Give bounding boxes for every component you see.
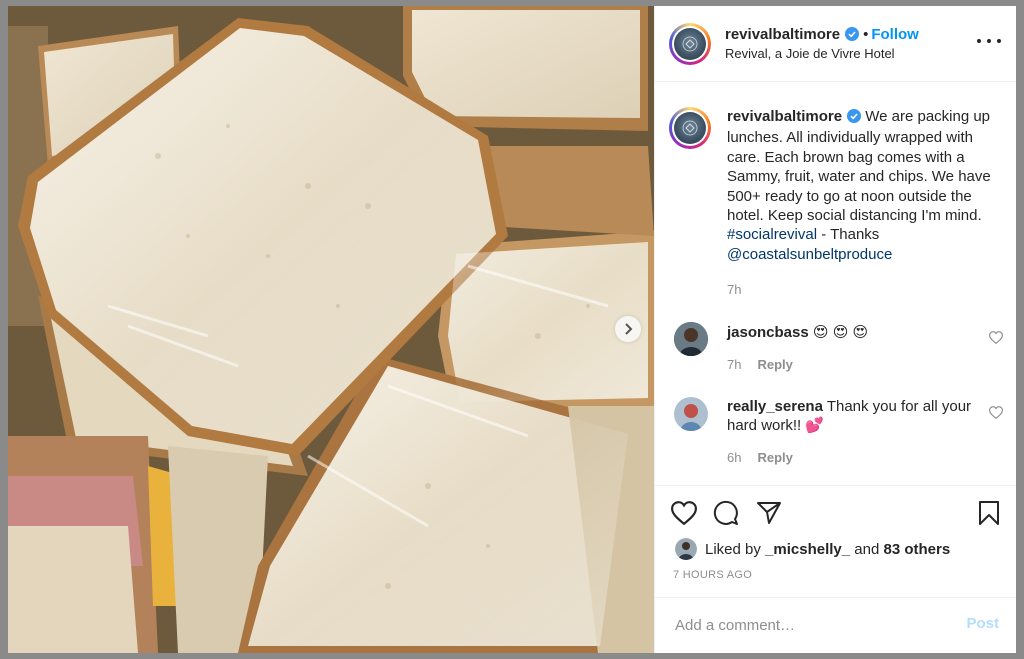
hashtag-link[interactable]: #socialrevival: [727, 226, 817, 243]
comment-text: 😍 😍 😍: [808, 324, 869, 341]
comment-time[interactable]: 7h: [727, 357, 741, 372]
header-username[interactable]: revivalbaltimore: [725, 26, 840, 43]
separator-dot: •: [863, 26, 869, 43]
comment-body: jasoncbass 😍 😍 😍: [727, 323, 868, 341]
heart-icon[interactable]: [671, 501, 697, 525]
post-caption: revivalbaltimore We are packing up lunch…: [727, 107, 1002, 264]
comment-like-heart-icon[interactable]: [989, 331, 1003, 344]
hotel-logo-icon: [682, 36, 698, 52]
comment-body: really_serena Thank you for all your har…: [727, 397, 982, 436]
share-icon[interactable]: [756, 501, 782, 525]
comment-username[interactable]: really_serena: [727, 398, 823, 415]
liked-by-user[interactable]: _micshelly_: [765, 541, 850, 558]
liked-by-prefix: Liked by: [705, 540, 761, 558]
comment-time[interactable]: 6h: [727, 450, 741, 465]
comment-meta: 6h Reply: [727, 450, 793, 465]
commenter-avatar[interactable]: [674, 322, 708, 356]
liked-by-and: and: [854, 540, 880, 558]
comment-like-heart-icon[interactable]: [989, 406, 1003, 419]
follow-button[interactable]: Follow: [871, 26, 919, 43]
verified-badge-icon: [847, 109, 862, 128]
chevron-right-icon: [625, 323, 633, 335]
instagram-post-window: revivalbaltimore • Follow Revival, a Joie …: [8, 6, 1016, 653]
more-horizontal-icon[interactable]: [977, 34, 1001, 48]
post-actions: Liked by _micshelly_ and 83 others 7 HOU…: [655, 485, 1016, 598]
verified-badge-icon: [845, 27, 860, 46]
comment-username[interactable]: jasoncbass: [727, 324, 809, 341]
header-user-line: revivalbaltimore • Follow: [725, 26, 919, 46]
header-avatar[interactable]: [669, 23, 711, 65]
post-location[interactable]: Revival, a Joie de Vivre Hotel: [725, 46, 895, 61]
reply-button[interactable]: Reply: [757, 357, 792, 372]
caption-thanks: - Thanks: [817, 226, 880, 244]
sandwich-photo: [8, 6, 654, 653]
next-image-button[interactable]: [615, 316, 641, 342]
liker-avatar[interactable]: [675, 538, 697, 560]
post-comment-button[interactable]: Post: [966, 615, 999, 632]
likes-summary: Liked by _micshelly_ and 83 others: [675, 538, 950, 560]
comment-meta: 7h Reply: [727, 357, 793, 372]
reply-button[interactable]: Reply: [757, 450, 792, 465]
person-avatar-icon: [674, 322, 708, 356]
commenter-avatar[interactable]: [674, 397, 708, 431]
caption-time[interactable]: 7h: [727, 282, 741, 297]
caption-username[interactable]: revivalbaltimore: [727, 108, 842, 125]
comments-section: revivalbaltimore We are packing up lunch…: [655, 82, 1016, 484]
mention-link[interactable]: @coastalsunbeltproduce: [727, 246, 892, 263]
add-comment-bar: Post: [655, 597, 1016, 653]
post-timestamp[interactable]: 7 HOURS AGO: [673, 569, 752, 581]
post-side-panel: revivalbaltimore • Follow Revival, a Joie …: [654, 6, 1016, 653]
caption-avatar[interactable]: [669, 107, 711, 149]
post-image[interactable]: [8, 6, 654, 653]
liked-by-others[interactable]: 83 others: [883, 541, 950, 558]
bookmark-icon[interactable]: [978, 500, 1000, 526]
post-header: revivalbaltimore • Follow Revival, a Joie …: [655, 6, 1016, 82]
comment-input[interactable]: [673, 612, 947, 638]
person-avatar-icon: [674, 397, 708, 431]
comment-icon[interactable]: [713, 500, 739, 526]
hotel-logo-icon: [682, 120, 698, 136]
